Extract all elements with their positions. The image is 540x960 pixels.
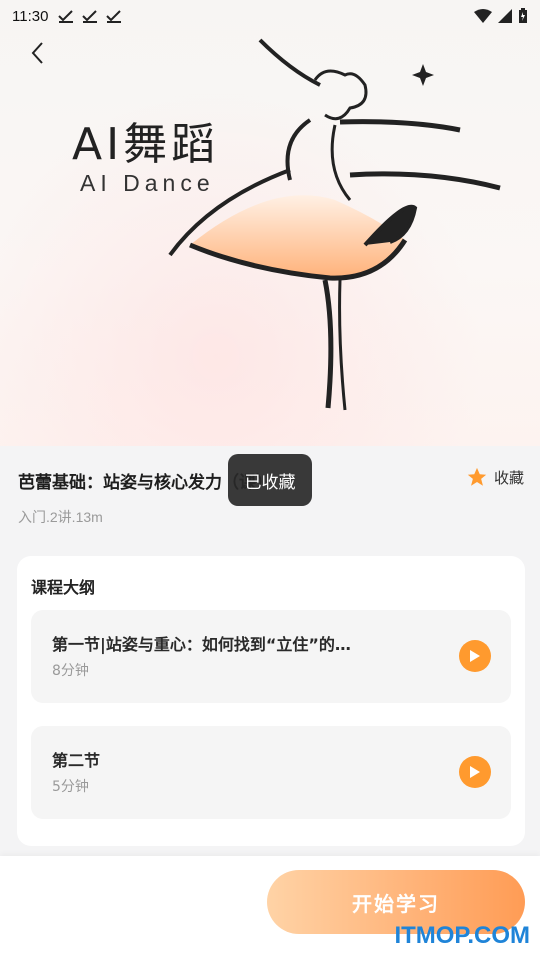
notification-icons (58, 9, 122, 23)
signal-icon (498, 9, 512, 23)
star-icon (467, 467, 487, 486)
lesson-item[interactable]: 第一节|站姿与重心：如何找到“立住”的… 8分钟 (31, 610, 511, 703)
play-icon (470, 650, 480, 662)
toast-message: 已收藏 (228, 454, 312, 506)
back-button[interactable] (22, 38, 52, 68)
play-button[interactable] (459, 756, 491, 788)
watermark: ITMOP.COM (394, 922, 530, 949)
check-icon (106, 10, 122, 23)
wifi-icon (474, 9, 492, 23)
status-bar: 11:30 (0, 0, 540, 32)
lesson-title: 第一节|站姿与重心：如何找到“立住”的… (52, 635, 351, 654)
lesson-duration: 5分钟 (52, 779, 89, 795)
course-outline-card: 课程大纲 第一节|站姿与重心：如何找到“立住”的… 8分钟 第二节 5分钟 (17, 556, 525, 846)
outline-heading: 课程大纲 (31, 578, 96, 597)
status-time: 11:30 (12, 7, 49, 25)
hero-banner: 11:30 AI舞蹈 AI Dance (0, 0, 540, 446)
favorite-label: 收藏 (493, 468, 524, 487)
check-icon (58, 10, 74, 23)
battery-icon (519, 8, 527, 23)
system-icons (474, 8, 528, 24)
lesson-title: 第二节 (52, 751, 101, 770)
favorite-button[interactable]: 收藏 (466, 466, 524, 488)
play-button[interactable] (459, 640, 491, 672)
lesson-duration: 8分钟 (52, 663, 89, 679)
chevron-left-icon (31, 42, 43, 64)
lesson-item[interactable]: 第二节 5分钟 (31, 726, 511, 819)
play-icon (470, 766, 480, 778)
course-meta: 入门.2讲.13m (18, 509, 103, 525)
check-icon (82, 10, 98, 23)
dancer-illustration (168, 38, 501, 411)
